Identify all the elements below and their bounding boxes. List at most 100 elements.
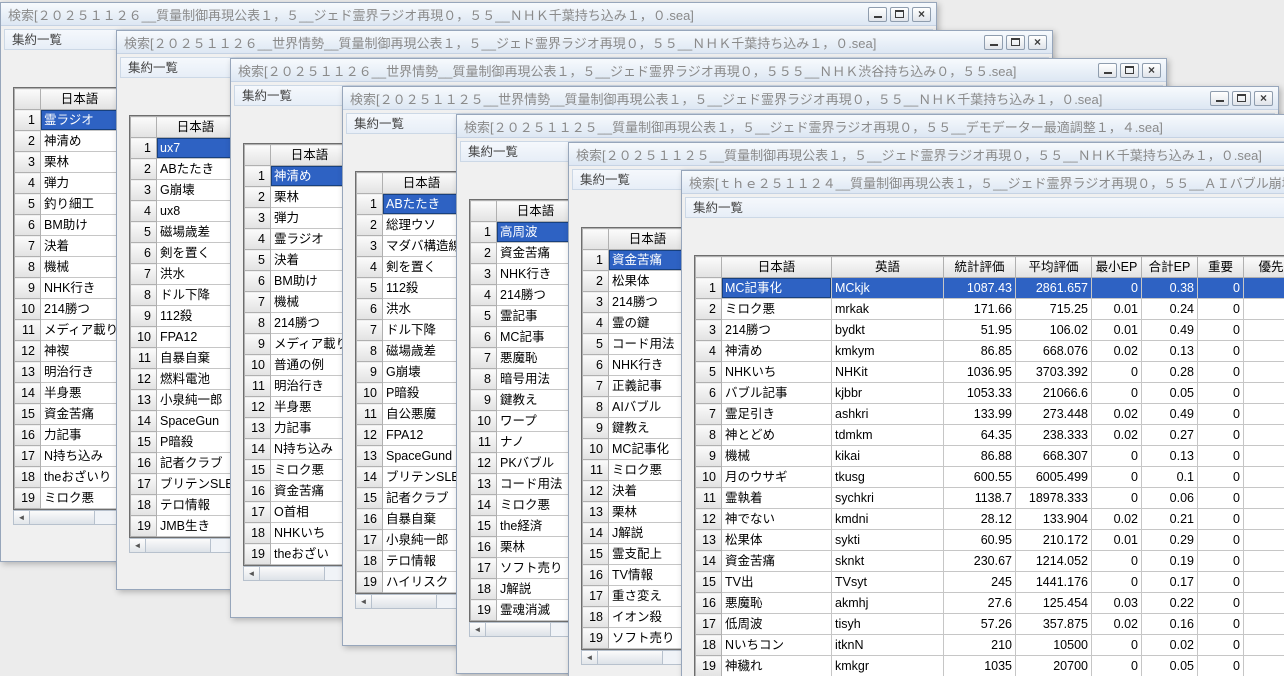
table-row[interactable]: 15TV出TVsyt2451441.17600.170 bbox=[696, 572, 1284, 593]
cell[interactable]: ABたたき bbox=[157, 159, 235, 180]
cell[interactable]: 0.17 bbox=[1142, 572, 1198, 593]
table-row[interactable]: 16自暴自棄 bbox=[357, 509, 461, 530]
cell[interactable]: 0 bbox=[1092, 572, 1142, 593]
cell[interactable]: 715.25 bbox=[1016, 299, 1092, 320]
cell[interactable]: ミロク悪 bbox=[722, 299, 832, 320]
cell[interactable]: 神穢れ bbox=[722, 656, 832, 676]
cell[interactable]: 0.38 bbox=[1142, 278, 1198, 299]
cell[interactable]: 0 bbox=[1198, 467, 1244, 488]
cell[interactable]: 資金苦痛 bbox=[722, 551, 832, 572]
cell[interactable]: N持ち込み bbox=[271, 439, 349, 460]
table-row[interactable]: 2ミロク悪mrkak171.66715.250.010.240 bbox=[696, 299, 1284, 320]
cell[interactable]: 機械 bbox=[41, 257, 119, 278]
row-header[interactable]: 6 bbox=[583, 355, 609, 376]
row-header[interactable]: 4 bbox=[245, 229, 271, 250]
table-row[interactable]: 14半身悪 bbox=[15, 383, 119, 404]
table-row[interactable]: 15記者クラブ bbox=[357, 488, 461, 509]
table-row[interactable]: 18NHKいち bbox=[245, 523, 349, 544]
scroll-left-icon[interactable]: ◄ bbox=[130, 539, 146, 552]
row-header[interactable]: 16 bbox=[131, 453, 157, 474]
h-scrollbar[interactable]: ◄ bbox=[243, 566, 349, 581]
cell[interactable]: 0 bbox=[1092, 362, 1142, 383]
row-header[interactable]: 7 bbox=[696, 404, 722, 425]
table-row[interactable]: 6BM助け bbox=[245, 271, 349, 292]
titlebar[interactable]: 検索[２０２５１１２５__世界情勢__質量制御再現公表１，５__ジェド霊界ラジオ… bbox=[343, 87, 1278, 110]
cell[interactable]: SpaceGun bbox=[157, 411, 235, 432]
cell[interactable] bbox=[1244, 278, 1284, 299]
table-row[interactable]: 9G崩壊 bbox=[357, 362, 461, 383]
row-header[interactable]: 6 bbox=[131, 243, 157, 264]
cell[interactable]: 月のウサギ bbox=[722, 467, 832, 488]
cell[interactable]: イオン殺 bbox=[609, 607, 687, 628]
cell[interactable]: NHK行き bbox=[497, 264, 575, 285]
table-row[interactable]: 13力記事 bbox=[245, 418, 349, 439]
cell[interactable]: MC記事化 bbox=[722, 278, 832, 299]
scroll-thumb[interactable] bbox=[486, 623, 551, 636]
cell[interactable]: 燃料電池 bbox=[157, 369, 235, 390]
cell[interactable]: 1036.95 bbox=[944, 362, 1016, 383]
table-row[interactable]: 4霊ラジオ bbox=[245, 229, 349, 250]
table-row[interactable]: 18NいちコンitknN2101050000.020 bbox=[696, 635, 1284, 656]
table-row[interactable]: 17低周波tisyh57.26357.8750.020.160 bbox=[696, 614, 1284, 635]
row-header[interactable]: 18 bbox=[245, 523, 271, 544]
cell[interactable]: 1035 bbox=[944, 656, 1016, 676]
table-row[interactable]: 8214勝つ bbox=[245, 313, 349, 334]
row-header[interactable]: 2 bbox=[245, 187, 271, 208]
table-row[interactable]: 19JMB生き bbox=[131, 516, 235, 537]
row-header[interactable]: 7 bbox=[583, 376, 609, 397]
row-header[interactable]: 13 bbox=[471, 474, 497, 495]
cell[interactable]: 機械 bbox=[722, 446, 832, 467]
cell[interactable]: 0 bbox=[1092, 635, 1142, 656]
cell[interactable]: kmkgr bbox=[832, 656, 944, 676]
cell[interactable]: tdmkm bbox=[832, 425, 944, 446]
cell[interactable]: 273.448 bbox=[1016, 404, 1092, 425]
cell[interactable]: sychkri bbox=[832, 488, 944, 509]
cell[interactable]: 神禊 bbox=[41, 341, 119, 362]
cell[interactable]: 0 bbox=[1092, 656, 1142, 676]
cell[interactable]: 0.22 bbox=[1142, 593, 1198, 614]
cell[interactable]: 0.29 bbox=[1142, 530, 1198, 551]
cell[interactable] bbox=[1244, 299, 1284, 320]
table-row[interactable]: 8神とどめtdmkm64.35238.3330.020.270 bbox=[696, 425, 1284, 446]
cell[interactable] bbox=[1244, 509, 1284, 530]
row-header[interactable]: 3 bbox=[131, 180, 157, 201]
table-row[interactable]: 15P暗殺 bbox=[131, 432, 235, 453]
cell[interactable]: 214勝つ bbox=[271, 313, 349, 334]
table-row[interactable]: 12神禊 bbox=[15, 341, 119, 362]
table-row[interactable]: 19theおざい bbox=[245, 544, 349, 565]
table-row[interactable]: 5磁場歳差 bbox=[131, 222, 235, 243]
cell[interactable]: NHKいち bbox=[271, 523, 349, 544]
cell[interactable]: 神清め bbox=[271, 166, 349, 187]
cell[interactable]: G崩壊 bbox=[383, 362, 461, 383]
maximize-button[interactable] bbox=[890, 7, 909, 22]
cell[interactable]: 0.24 bbox=[1142, 299, 1198, 320]
row-header[interactable]: 11 bbox=[471, 432, 497, 453]
cell[interactable]: 0.01 bbox=[1092, 320, 1142, 341]
cell[interactable]: 0 bbox=[1198, 656, 1244, 676]
row-header[interactable]: 17 bbox=[471, 558, 497, 579]
column-header[interactable]: 日本語 bbox=[271, 145, 349, 166]
scroll-left-icon[interactable]: ◄ bbox=[244, 567, 260, 580]
cell[interactable]: ABたたき bbox=[383, 194, 461, 215]
cell[interactable]: SpaceGund bbox=[383, 446, 461, 467]
cell[interactable]: ハイリスク bbox=[383, 572, 461, 593]
table-row[interactable]: 14SpaceGun bbox=[131, 411, 235, 432]
cell[interactable]: ミロク悪 bbox=[271, 460, 349, 481]
row-header[interactable]: 14 bbox=[583, 523, 609, 544]
row-header[interactable]: 15 bbox=[696, 572, 722, 593]
cell[interactable]: NHK行き bbox=[609, 355, 687, 376]
scroll-left-icon[interactable]: ◄ bbox=[582, 651, 598, 664]
table-row[interactable]: 10月のウサギtkusg600.556005.49900.10 bbox=[696, 467, 1284, 488]
table-row[interactable]: 18J解説 bbox=[471, 579, 575, 600]
row-header[interactable]: 16 bbox=[696, 593, 722, 614]
maximize-button[interactable] bbox=[1120, 63, 1139, 78]
cell[interactable]: 0.49 bbox=[1142, 404, 1198, 425]
cell[interactable] bbox=[1244, 614, 1284, 635]
cell[interactable]: 霊ラジオ bbox=[271, 229, 349, 250]
table-row[interactable]: 6BM助け bbox=[15, 215, 119, 236]
row-header[interactable]: 6 bbox=[357, 299, 383, 320]
row-header[interactable]: 16 bbox=[583, 565, 609, 586]
table-row[interactable]: 7決着 bbox=[15, 236, 119, 257]
table-row[interactable]: 12燃料電池 bbox=[131, 369, 235, 390]
table-row[interactable]: 8ドル下降 bbox=[131, 285, 235, 306]
